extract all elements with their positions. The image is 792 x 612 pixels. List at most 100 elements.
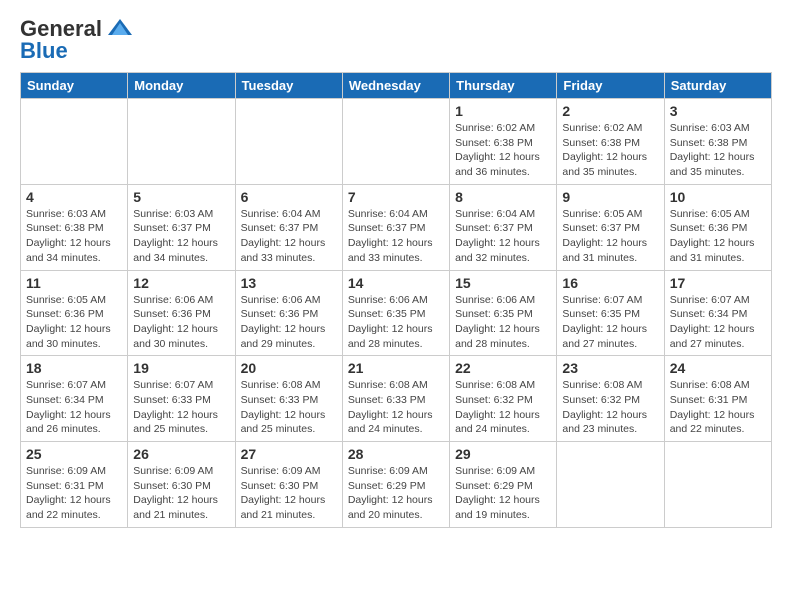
day-number: 14 bbox=[348, 275, 444, 291]
calendar-cell bbox=[557, 442, 664, 528]
logo-blue-text: Blue bbox=[20, 38, 68, 64]
day-number: 17 bbox=[670, 275, 766, 291]
calendar-cell: 16 Sunrise: 6:07 AM Sunset: 6:35 PM Dayli… bbox=[557, 270, 664, 356]
calendar-cell: 15 Sunrise: 6:06 AM Sunset: 6:35 PM Dayli… bbox=[450, 270, 557, 356]
day-detail: Sunrise: 6:03 AM Sunset: 6:38 PM Dayligh… bbox=[26, 207, 122, 266]
calendar-cell: 26Sunrise: 6:09 AM Sunset: 6:30 PM Dayli… bbox=[128, 442, 235, 528]
calendar-cell: 9 Sunrise: 6:05 AM Sunset: 6:37 PM Daylig… bbox=[557, 184, 664, 270]
day-number: 18 bbox=[26, 360, 122, 376]
calendar-cell: 7 Sunrise: 6:04 AM Sunset: 6:37 PM Daylig… bbox=[342, 184, 449, 270]
day-detail: Sunrise: 6:03 AM Sunset: 6:38 PM Dayligh… bbox=[670, 121, 766, 180]
calendar-cell: 24 Sunrise: 6:08 AM Sunset: 6:31 PM Dayli… bbox=[664, 356, 771, 442]
calendar-cell: 27 Sunrise: 6:09 AM Sunset: 6:30 PM Dayli… bbox=[235, 442, 342, 528]
day-detail: Sunrise: 6:05 AM Sunset: 6:37 PM Dayligh… bbox=[562, 207, 658, 266]
day-number: 9 bbox=[562, 189, 658, 205]
day-number: 20 bbox=[241, 360, 337, 376]
calendar-cell bbox=[342, 99, 449, 185]
calendar-cell: 4 Sunrise: 6:03 AM Sunset: 6:38 PM Daylig… bbox=[21, 184, 128, 270]
calendar-cell bbox=[664, 442, 771, 528]
day-detail: Sunrise: 6:06 AM Sunset: 6:36 PM Dayligh… bbox=[133, 293, 229, 352]
day-number: 21 bbox=[348, 360, 444, 376]
weekday-header-sunday: Sunday bbox=[21, 73, 128, 99]
day-detail: Sunrise: 6:07 AM Sunset: 6:35 PM Dayligh… bbox=[562, 293, 658, 352]
calendar-cell: 25Sunrise: 6:09 AM Sunset: 6:31 PM Dayli… bbox=[21, 442, 128, 528]
day-detail: Sunrise: 6:09 AM Sunset: 6:30 PM Dayligh… bbox=[241, 464, 337, 523]
page: General Blue SundayMondayTuesdayWednesda… bbox=[0, 0, 792, 544]
weekday-header-saturday: Saturday bbox=[664, 73, 771, 99]
calendar-cell bbox=[235, 99, 342, 185]
week-row-1: 1 Sunrise: 6:02 AM Sunset: 6:38 PM Daylig… bbox=[21, 99, 772, 185]
day-number: 1 bbox=[455, 103, 551, 119]
calendar-cell: 1 Sunrise: 6:02 AM Sunset: 6:38 PM Daylig… bbox=[450, 99, 557, 185]
day-detail: Sunrise: 6:03 AM Sunset: 6:37 PM Dayligh… bbox=[133, 207, 229, 266]
day-detail: Sunrise: 6:06 AM Sunset: 6:35 PM Dayligh… bbox=[348, 293, 444, 352]
weekday-header-row: SundayMondayTuesdayWednesdayThursdayFrid… bbox=[21, 73, 772, 99]
day-number: 6 bbox=[241, 189, 337, 205]
day-number: 8 bbox=[455, 189, 551, 205]
header-area: General Blue bbox=[20, 16, 772, 64]
day-detail: Sunrise: 6:06 AM Sunset: 6:36 PM Dayligh… bbox=[241, 293, 337, 352]
calendar-cell: 29Sunrise: 6:09 AM Sunset: 6:29 PM Dayli… bbox=[450, 442, 557, 528]
day-detail: Sunrise: 6:08 AM Sunset: 6:32 PM Dayligh… bbox=[455, 378, 551, 437]
day-number: 27 bbox=[241, 446, 337, 462]
day-detail: Sunrise: 6:09 AM Sunset: 6:29 PM Dayligh… bbox=[348, 464, 444, 523]
week-row-3: 11 Sunrise: 6:05 AM Sunset: 6:36 PM Dayli… bbox=[21, 270, 772, 356]
calendar-cell: 23 Sunrise: 6:08 AM Sunset: 6:32 PM Dayli… bbox=[557, 356, 664, 442]
weekday-header-monday: Monday bbox=[128, 73, 235, 99]
weekday-header-thursday: Thursday bbox=[450, 73, 557, 99]
day-number: 26 bbox=[133, 446, 229, 462]
day-number: 12 bbox=[133, 275, 229, 291]
day-number: 28 bbox=[348, 446, 444, 462]
day-detail: Sunrise: 6:04 AM Sunset: 6:37 PM Dayligh… bbox=[348, 207, 444, 266]
weekday-header-tuesday: Tuesday bbox=[235, 73, 342, 99]
day-detail: Sunrise: 6:04 AM Sunset: 6:37 PM Dayligh… bbox=[241, 207, 337, 266]
calendar-cell: 13 Sunrise: 6:06 AM Sunset: 6:36 PM Dayli… bbox=[235, 270, 342, 356]
logo-icon bbox=[106, 17, 134, 42]
calendar-cell: 5 Sunrise: 6:03 AM Sunset: 6:37 PM Daylig… bbox=[128, 184, 235, 270]
calendar-cell: 21 Sunrise: 6:08 AM Sunset: 6:33 PM Dayli… bbox=[342, 356, 449, 442]
day-detail: Sunrise: 6:08 AM Sunset: 6:33 PM Dayligh… bbox=[348, 378, 444, 437]
day-number: 5 bbox=[133, 189, 229, 205]
calendar-cell: 14 Sunrise: 6:06 AM Sunset: 6:35 PM Dayli… bbox=[342, 270, 449, 356]
day-number: 15 bbox=[455, 275, 551, 291]
day-number: 4 bbox=[26, 189, 122, 205]
calendar-cell: 3Sunrise: 6:03 AM Sunset: 6:38 PM Daylig… bbox=[664, 99, 771, 185]
day-detail: Sunrise: 6:08 AM Sunset: 6:32 PM Dayligh… bbox=[562, 378, 658, 437]
calendar-cell: 28 Sunrise: 6:09 AM Sunset: 6:29 PM Dayli… bbox=[342, 442, 449, 528]
day-detail: Sunrise: 6:02 AM Sunset: 6:38 PM Dayligh… bbox=[455, 121, 551, 180]
weekday-header-friday: Friday bbox=[557, 73, 664, 99]
calendar-cell: 20Sunrise: 6:08 AM Sunset: 6:33 PM Dayli… bbox=[235, 356, 342, 442]
week-row-5: 25Sunrise: 6:09 AM Sunset: 6:31 PM Dayli… bbox=[21, 442, 772, 528]
week-row-2: 4 Sunrise: 6:03 AM Sunset: 6:38 PM Daylig… bbox=[21, 184, 772, 270]
day-detail: Sunrise: 6:05 AM Sunset: 6:36 PM Dayligh… bbox=[26, 293, 122, 352]
calendar-cell: 11 Sunrise: 6:05 AM Sunset: 6:36 PM Dayli… bbox=[21, 270, 128, 356]
calendar-cell: 18 Sunrise: 6:07 AM Sunset: 6:34 PM Dayli… bbox=[21, 356, 128, 442]
day-number: 23 bbox=[562, 360, 658, 376]
day-detail: Sunrise: 6:02 AM Sunset: 6:38 PM Dayligh… bbox=[562, 121, 658, 180]
weekday-header-wednesday: Wednesday bbox=[342, 73, 449, 99]
week-row-4: 18 Sunrise: 6:07 AM Sunset: 6:34 PM Dayli… bbox=[21, 356, 772, 442]
calendar-cell: 12 Sunrise: 6:06 AM Sunset: 6:36 PM Dayli… bbox=[128, 270, 235, 356]
logo: General Blue bbox=[20, 16, 134, 64]
calendar-cell: 19Sunrise: 6:07 AM Sunset: 6:33 PM Dayli… bbox=[128, 356, 235, 442]
calendar-cell bbox=[21, 99, 128, 185]
day-number: 13 bbox=[241, 275, 337, 291]
day-detail: Sunrise: 6:08 AM Sunset: 6:31 PM Dayligh… bbox=[670, 378, 766, 437]
day-number: 24 bbox=[670, 360, 766, 376]
day-detail: Sunrise: 6:06 AM Sunset: 6:35 PM Dayligh… bbox=[455, 293, 551, 352]
calendar-cell: 10Sunrise: 6:05 AM Sunset: 6:36 PM Dayli… bbox=[664, 184, 771, 270]
day-number: 25 bbox=[26, 446, 122, 462]
day-number: 22 bbox=[455, 360, 551, 376]
day-detail: Sunrise: 6:04 AM Sunset: 6:37 PM Dayligh… bbox=[455, 207, 551, 266]
calendar-cell: 6 Sunrise: 6:04 AM Sunset: 6:37 PM Daylig… bbox=[235, 184, 342, 270]
calendar-cell: 2Sunrise: 6:02 AM Sunset: 6:38 PM Daylig… bbox=[557, 99, 664, 185]
day-detail: Sunrise: 6:07 AM Sunset: 6:34 PM Dayligh… bbox=[26, 378, 122, 437]
day-number: 11 bbox=[26, 275, 122, 291]
day-number: 10 bbox=[670, 189, 766, 205]
day-number: 19 bbox=[133, 360, 229, 376]
day-number: 7 bbox=[348, 189, 444, 205]
calendar-table: SundayMondayTuesdayWednesdayThursdayFrid… bbox=[20, 72, 772, 528]
day-detail: Sunrise: 6:07 AM Sunset: 6:34 PM Dayligh… bbox=[670, 293, 766, 352]
calendar-cell: 22 Sunrise: 6:08 AM Sunset: 6:32 PM Dayli… bbox=[450, 356, 557, 442]
day-number: 16 bbox=[562, 275, 658, 291]
